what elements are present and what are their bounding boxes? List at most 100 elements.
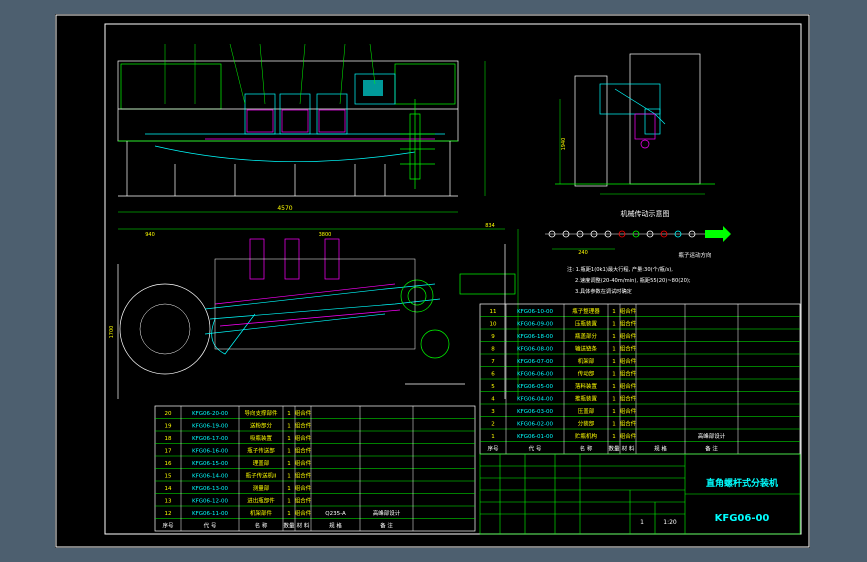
note-line-2: 2.速度调整(20-40m/min), 瓶距55(20)~80(20); xyxy=(575,276,691,284)
row-type: 组合件 xyxy=(620,345,637,353)
row-name: 瓶子传送部 xyxy=(247,447,275,455)
row-number: 8 xyxy=(491,347,495,353)
row-type: 组合件 xyxy=(295,509,312,517)
row-qty: 1 xyxy=(612,334,616,340)
row-number: 13 xyxy=(165,499,172,505)
header-material: 材 料 xyxy=(622,445,635,453)
row-qty: 1 xyxy=(287,449,291,455)
row-type: 组合件 xyxy=(620,320,637,328)
row-type: 组合件 xyxy=(295,447,312,455)
row-name: 瓶子整理器 xyxy=(572,307,600,315)
row-qty: 1 xyxy=(287,486,291,492)
row-type: 组合件 xyxy=(620,332,637,340)
header-name: 名 称 xyxy=(580,445,593,453)
row-number: 18 xyxy=(165,436,172,442)
row-type: 组合件 xyxy=(620,357,637,365)
row-name: 瓶子传送机II xyxy=(246,472,277,480)
row-name: 推瓶装置 xyxy=(575,395,598,403)
header-no: 序号 xyxy=(162,522,174,530)
row-code: KFG06-06-00 xyxy=(517,372,553,378)
sheet-count: 1 xyxy=(640,519,644,526)
row-type: 组合件 xyxy=(620,370,637,378)
row-number: 3 xyxy=(491,409,495,415)
row-qty: 1 xyxy=(612,322,616,328)
row-number: 1 xyxy=(491,434,495,440)
row-qty: 1 xyxy=(287,511,291,517)
row-name: 导向支撑部件 xyxy=(244,409,278,417)
dim-main-length: 4570 xyxy=(277,205,292,212)
row-name: 分装部 xyxy=(578,420,595,428)
row-type: 组合件 xyxy=(620,407,637,415)
row-number: 5 xyxy=(491,384,495,390)
note-line-1: 注: 1.瓶距1(0k1)最大行程, 产量:30(个/瓶/s), xyxy=(567,265,673,273)
row-type: 组合件 xyxy=(295,459,312,467)
row-code: KFG06-17-00 xyxy=(192,436,228,442)
header-material: 材 料 xyxy=(297,522,310,530)
designer-note: 高峰部设计 xyxy=(698,432,726,440)
row-code: KFG06-16-00 xyxy=(192,449,228,455)
row-type: 组合件 xyxy=(620,420,637,428)
row-qty: 1 xyxy=(287,411,291,417)
scale-value: 1:20 xyxy=(663,519,677,526)
header-qty: 数量 xyxy=(608,445,620,453)
row-type: 组合件 xyxy=(295,484,312,492)
row-code: KFG06-02-00 xyxy=(517,422,553,428)
row-qty: 1 xyxy=(612,372,616,378)
drawing-number: KFG06-00 xyxy=(715,513,770,524)
row-type: 组合件 xyxy=(295,409,312,417)
row-number: 17 xyxy=(165,449,172,455)
row-code: KFG06-14-00 xyxy=(192,474,228,480)
row-code: KFG06-05-00 xyxy=(517,384,553,390)
dim-plan-top: 3800 xyxy=(319,232,332,238)
row-number: 20 xyxy=(165,411,172,417)
lower-parts-table: 20 KFG06-20-00 导向支撑部件 1 组合件 19 KFG06-19-00 送粉部分… xyxy=(154,405,476,532)
header-spec: 规 格 xyxy=(654,445,667,453)
row-name: 进出瓶部件 xyxy=(247,497,275,505)
dim-plan-height: 1700 xyxy=(109,326,115,339)
row-code: KFG06-19-00 xyxy=(192,424,228,430)
row-code: KFG06-03-00 xyxy=(517,409,553,415)
title-text: 直角螺杆式分装机 xyxy=(706,477,778,489)
row-name: 压盖部 xyxy=(578,407,595,415)
header-qty: 数量 xyxy=(283,522,295,530)
row-qty: 1 xyxy=(287,424,291,430)
row-type: 组合件 xyxy=(295,472,312,480)
upper-parts-table: 11 KFG06-10-00 瓶子整理器 1 组合件10 KFG06-09-00 压瓶装置 1… xyxy=(479,303,801,455)
plan-view xyxy=(117,228,519,399)
header-no: 序号 xyxy=(487,445,499,453)
spec-note: Q235-A xyxy=(325,511,346,517)
header-name: 名 称 xyxy=(255,522,268,530)
row-code: KFG06-09-00 xyxy=(517,322,553,328)
row-code: KFG06-12-00 xyxy=(192,499,228,505)
row-qty: 1 xyxy=(612,359,616,365)
header-spec: 规 格 xyxy=(329,522,342,530)
row-number: 11 xyxy=(490,309,497,315)
direction-note: 瓶子运动方向 xyxy=(678,251,711,259)
row-type: 组合件 xyxy=(620,307,637,315)
front-view xyxy=(117,43,486,213)
row-qty: 1 xyxy=(612,409,616,415)
row-code: KFG06-10-00 xyxy=(517,309,553,315)
row-name: 测量部 xyxy=(253,484,270,492)
dim-pitch: 240 xyxy=(578,250,588,256)
row-qty: 1 xyxy=(612,347,616,353)
row-code: KFG06-08-00 xyxy=(517,347,553,353)
header-remark: 备 注 xyxy=(380,522,393,530)
row-code: KFG06-15-00 xyxy=(192,461,228,467)
row-qty: 1 xyxy=(612,434,616,440)
row-number: 14 xyxy=(165,486,172,492)
side-caption: 机械传动示意图 xyxy=(621,209,670,218)
row-code: KFG06-20-00 xyxy=(192,411,228,417)
row-number: 16 xyxy=(165,461,172,467)
row-qty: 1 xyxy=(287,461,291,467)
row-qty: 1 xyxy=(612,397,616,403)
row-name: 输送链条 xyxy=(575,345,598,353)
row-type: 组合件 xyxy=(620,395,637,403)
row-name: 落料装置 xyxy=(575,382,598,390)
cad-drawing: 4570 机械传动示意图 240 瓶子运动方向 注: 1.瓶距1(0k1)最大行… xyxy=(55,14,810,548)
row-number: 6 xyxy=(491,372,495,378)
row-code: KFG06-11-00 xyxy=(192,511,228,517)
row-number: 15 xyxy=(165,474,172,480)
row-type: 组合件 xyxy=(295,422,312,430)
row-qty: 1 xyxy=(287,499,291,505)
